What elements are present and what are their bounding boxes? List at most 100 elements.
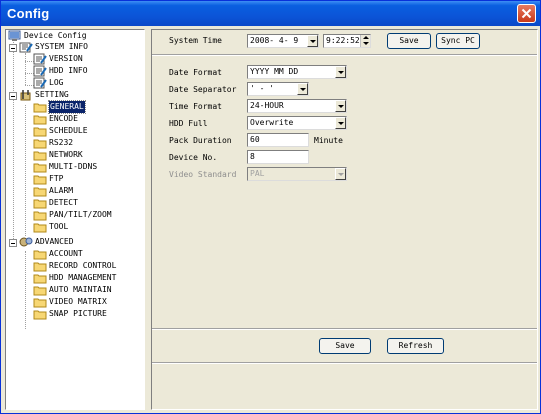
chevron-down-icon[interactable] bbox=[335, 66, 346, 78]
tree-connector bbox=[25, 53, 26, 85]
collapse-toggle[interactable] bbox=[9, 239, 17, 247]
tree-connector bbox=[13, 42, 14, 247]
collapse-toggle[interactable] bbox=[9, 92, 17, 100]
tree-label: NETWORK bbox=[49, 150, 83, 159]
folder-icon bbox=[33, 103, 47, 113]
date-format-label: Date Format bbox=[169, 68, 222, 77]
tree-label: PAN/TILT/ZOOM bbox=[49, 210, 112, 219]
system-time-value: 9:22:52 bbox=[326, 36, 360, 45]
system-time-label: System Time bbox=[169, 36, 222, 45]
folder-icon bbox=[33, 223, 47, 233]
tree-label: SYSTEM INFO bbox=[35, 42, 88, 51]
chevron-down-icon[interactable] bbox=[307, 35, 318, 47]
folder-icon bbox=[33, 187, 47, 197]
document-icon bbox=[33, 65, 47, 77]
chevron-down-icon[interactable] bbox=[335, 100, 346, 112]
folder-icon bbox=[33, 175, 47, 185]
tree-label: ENCODE bbox=[49, 114, 78, 123]
pack-duration-input[interactable]: 60 bbox=[247, 133, 309, 147]
tree-label: ALARM bbox=[49, 186, 74, 195]
tree-label: VIDEO MATRIX bbox=[49, 297, 107, 306]
video-standard-select: PAL bbox=[247, 167, 347, 181]
tree-label: ACCOUNT bbox=[49, 249, 83, 258]
tree-label: AUTO MAINTAIN bbox=[49, 285, 112, 294]
hdd-full-select[interactable]: Overwrite bbox=[247, 116, 347, 130]
hdd-full-value: Overwrite bbox=[250, 118, 294, 127]
system-date-picker[interactable]: 2008- 4- 9 bbox=[247, 34, 319, 48]
sync-pc-button[interactable]: Sync PC bbox=[436, 33, 480, 49]
date-separator-select[interactable]: ' - ' bbox=[247, 82, 309, 96]
collapse-toggle[interactable] bbox=[9, 44, 17, 52]
tree-connector bbox=[25, 251, 26, 329]
tree-label: GENERAL bbox=[48, 100, 86, 114]
date-separator-label: Date Separator bbox=[169, 85, 237, 94]
tree-label: RS232 bbox=[49, 138, 74, 147]
folder-icon bbox=[33, 115, 47, 125]
config-window: Config Device Config SYSTEM INFO VERSION… bbox=[0, 0, 541, 414]
device-no-label: Device No. bbox=[169, 153, 218, 162]
folder-icon bbox=[33, 274, 47, 284]
folder-icon bbox=[33, 286, 47, 296]
tree-label: ADVANCED bbox=[35, 237, 74, 246]
tools-icon bbox=[20, 90, 31, 101]
date-format-select[interactable]: YYYY MM DD bbox=[247, 65, 347, 79]
tree-label: SCHEDULE bbox=[49, 126, 88, 135]
tree-label: SNAP PICTURE bbox=[49, 309, 107, 318]
tree-label: LOG bbox=[49, 78, 64, 87]
system-date-value: 2008- 4- 9 bbox=[250, 36, 299, 45]
folder-icon bbox=[33, 151, 47, 161]
spinner-arrows-icon[interactable] bbox=[360, 35, 370, 47]
tree-label: HDD INFO bbox=[49, 66, 88, 75]
advanced-icon bbox=[19, 237, 33, 247]
tree-label: FTP bbox=[49, 174, 64, 183]
folder-icon bbox=[33, 310, 47, 320]
tree-label: RECORD CONTROL bbox=[49, 261, 117, 270]
folder-icon bbox=[33, 211, 47, 221]
window-title: Config bbox=[7, 6, 50, 21]
save-button[interactable]: Save bbox=[319, 338, 371, 354]
tree-label: MULTI-DDNS bbox=[49, 162, 98, 171]
date-format-value: YYYY MM DD bbox=[250, 67, 299, 76]
folder-icon bbox=[33, 262, 47, 272]
tree-connector bbox=[25, 105, 26, 236]
time-format-value: 24-HOUR bbox=[250, 101, 284, 110]
time-format-label: Time Format bbox=[169, 102, 222, 111]
title-bar[interactable]: Config bbox=[1, 1, 540, 26]
chevron-down-icon[interactable] bbox=[335, 117, 346, 129]
folder-icon bbox=[33, 163, 47, 173]
device-config-tree[interactable]: Device Config SYSTEM INFO VERSION HDD IN… bbox=[5, 29, 145, 410]
chevron-down-icon bbox=[335, 168, 346, 180]
pack-duration-label: Pack Duration bbox=[169, 136, 232, 145]
folder-icon bbox=[33, 199, 47, 209]
folder-icon bbox=[33, 298, 47, 308]
divider bbox=[152, 328, 537, 330]
pack-duration-unit: Minute bbox=[314, 136, 343, 145]
refresh-button[interactable]: Refresh bbox=[387, 338, 444, 354]
tree-label: SETTING bbox=[35, 90, 69, 99]
general-settings-panel: System Time 2008- 4- 9 9:22:52 Save Sync… bbox=[151, 29, 538, 410]
tree-label: DETECT bbox=[49, 198, 78, 207]
hdd-full-label: HDD Full bbox=[169, 119, 208, 128]
folder-icon bbox=[33, 139, 47, 149]
close-button[interactable] bbox=[517, 4, 536, 23]
folder-icon bbox=[33, 127, 47, 137]
video-standard-value: PAL bbox=[250, 169, 265, 178]
date-separator-value: ' - ' bbox=[250, 84, 275, 93]
folder-icon bbox=[33, 250, 47, 260]
system-time-spinner[interactable]: 9:22:52 bbox=[323, 34, 371, 48]
pack-duration-value: 60 bbox=[250, 135, 260, 144]
device-no-value: 8 bbox=[250, 152, 255, 161]
tree-label: HDD MANAGEMENT bbox=[49, 273, 117, 282]
divider bbox=[152, 362, 537, 364]
chevron-down-icon[interactable] bbox=[297, 83, 308, 95]
device-no-input[interactable]: 8 bbox=[247, 150, 309, 164]
close-icon bbox=[521, 8, 532, 19]
save-time-button[interactable]: Save bbox=[387, 33, 431, 49]
divider bbox=[152, 54, 537, 56]
document-icon bbox=[33, 53, 47, 65]
tree-label: TOOL bbox=[49, 222, 69, 231]
tree-label: VERSION bbox=[49, 54, 83, 63]
document-icon bbox=[33, 77, 47, 89]
video-standard-label: Video Standard bbox=[169, 170, 237, 179]
time-format-select[interactable]: 24-HOUR bbox=[247, 99, 347, 113]
